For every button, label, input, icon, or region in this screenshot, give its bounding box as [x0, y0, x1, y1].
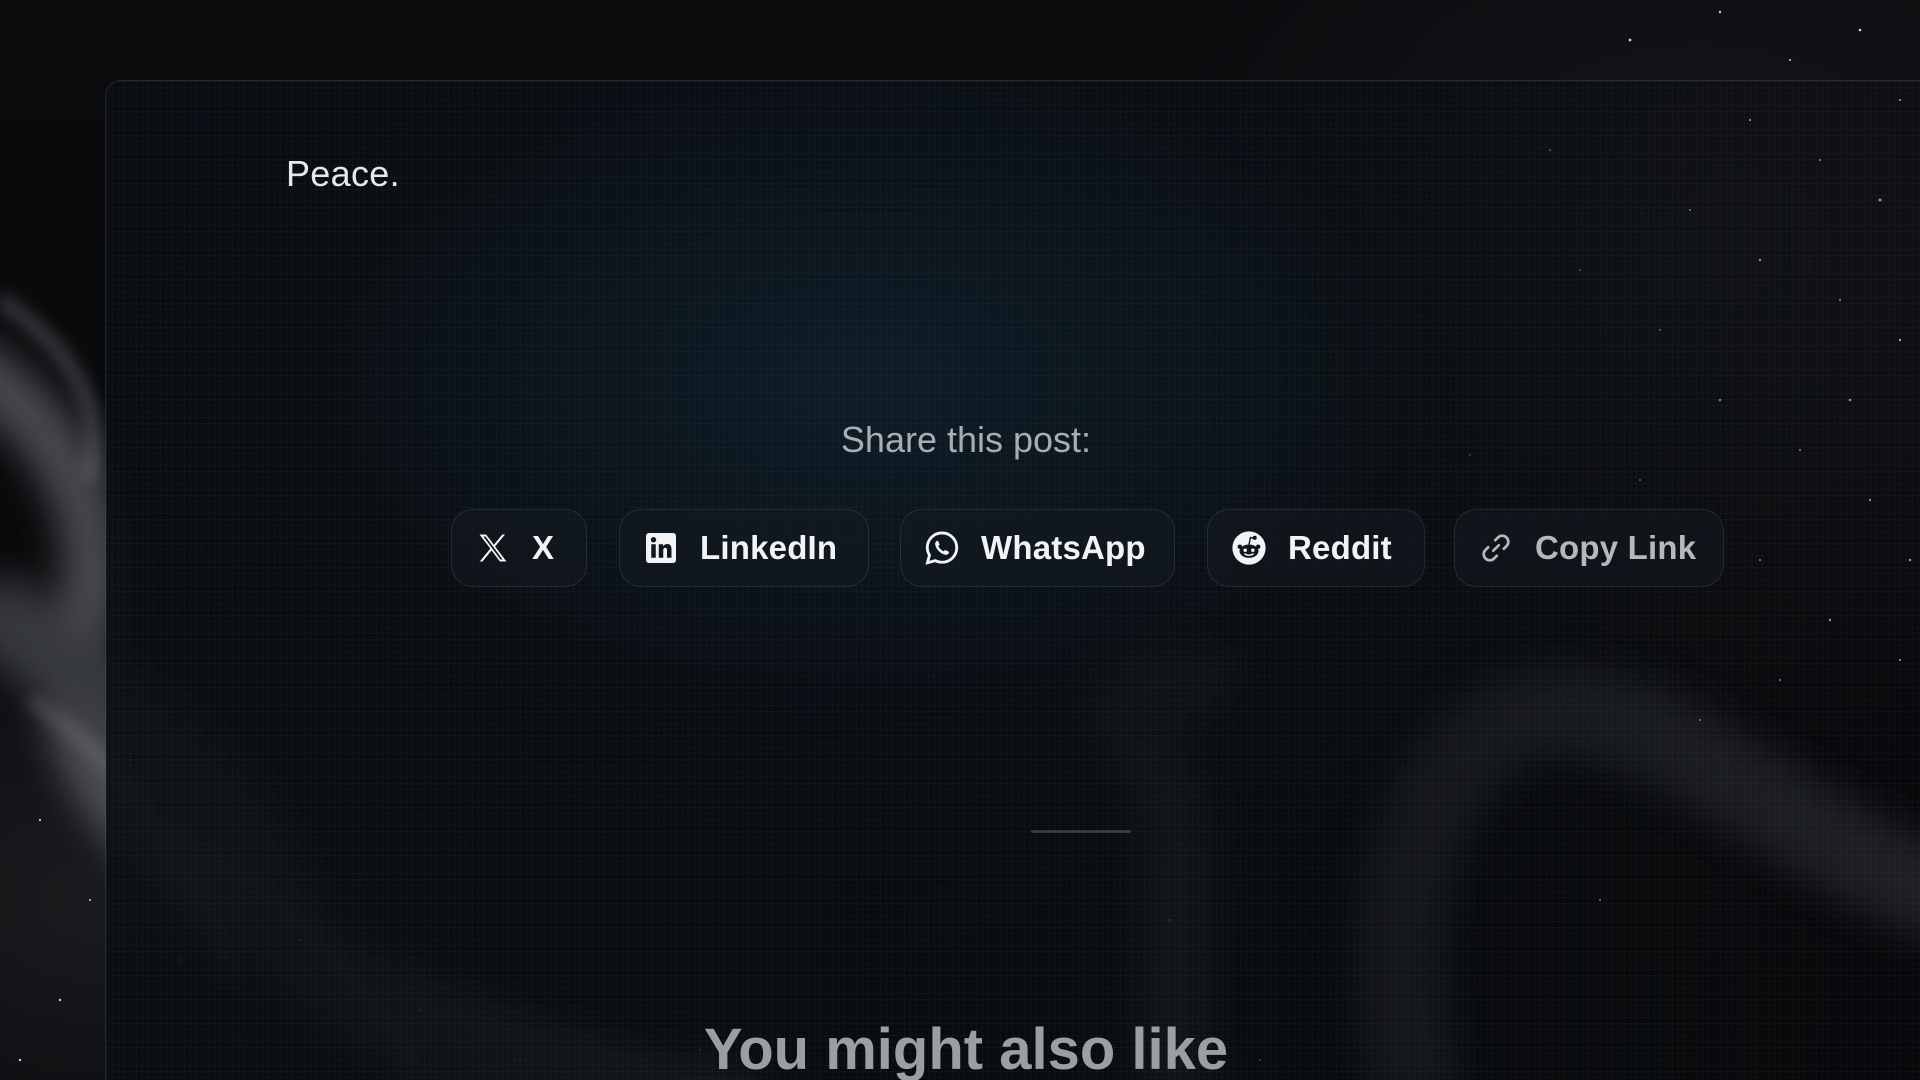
x-logo-icon: [474, 529, 512, 567]
share-whatsapp-label: WhatsApp: [981, 529, 1146, 566]
share-x-button[interactable]: X: [451, 509, 587, 587]
share-heading: Share this post:: [840, 419, 1092, 460]
page: Peace. Share this post: X LinkedIn Whats…: [0, 0, 1920, 1080]
reddit-icon: [1230, 529, 1268, 567]
share-reddit-button[interactable]: Reddit: [1207, 509, 1425, 587]
related-posts-heading: You might also like: [703, 1017, 1229, 1080]
share-linkedin-label: LinkedIn: [700, 529, 838, 566]
post-card: Peace. Share this post: X LinkedIn Whats…: [105, 80, 1920, 1080]
share-reddit-label: Reddit: [1288, 529, 1392, 566]
linkedin-icon: [642, 529, 680, 567]
copy-link-button[interactable]: Copy Link: [1454, 509, 1724, 587]
share-x-label: X: [532, 529, 555, 566]
whatsapp-icon: [923, 529, 961, 567]
share-linkedin-button[interactable]: LinkedIn: [619, 509, 869, 587]
link-icon: [1477, 529, 1515, 567]
section-divider: [1031, 830, 1131, 833]
copy-link-label: Copy Link: [1535, 529, 1697, 566]
share-whatsapp-button[interactable]: WhatsApp: [900, 509, 1175, 587]
post-closing-text: Peace.: [286, 153, 400, 194]
